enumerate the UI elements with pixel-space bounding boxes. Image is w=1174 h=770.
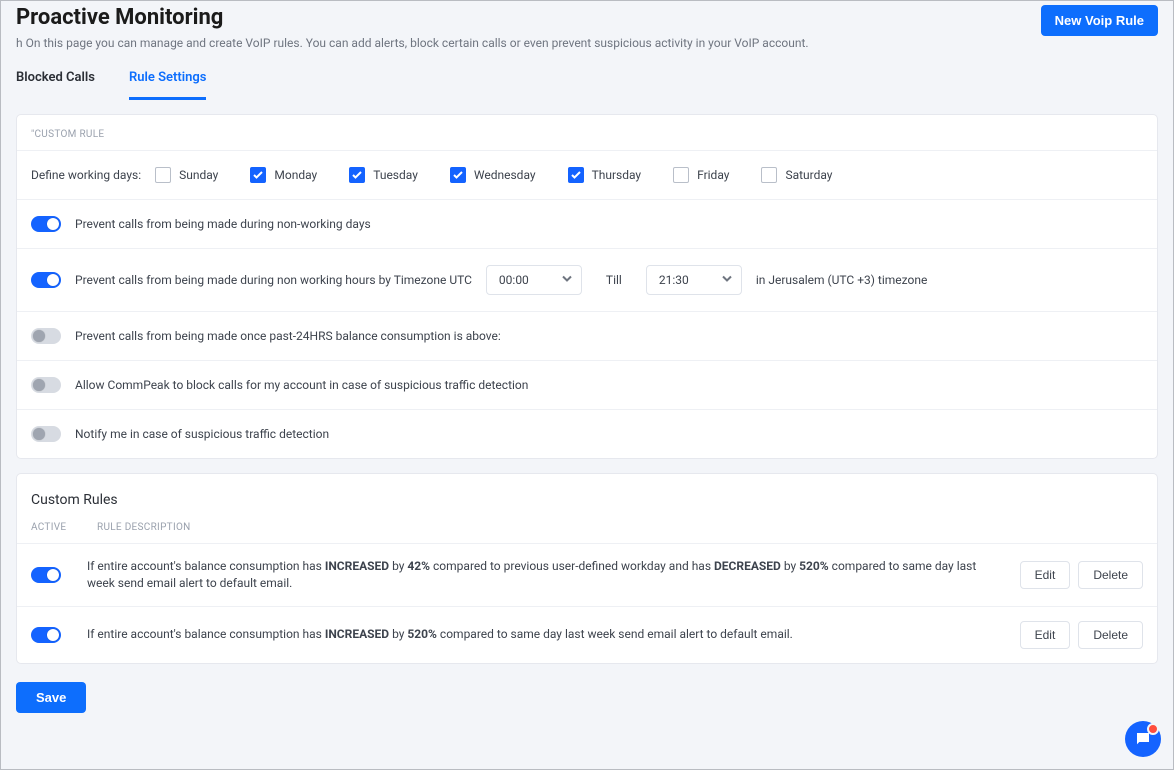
rule-text: compared to same day last week send emai… — [437, 627, 793, 641]
checkbox-thursday[interactable] — [568, 167, 584, 183]
rule-text: INCREASED — [325, 559, 389, 573]
rule-toggle[interactable] — [31, 627, 61, 643]
rule-text: If entire account's balance consumption … — [87, 627, 325, 641]
day-monday[interactable]: Monday — [250, 167, 317, 183]
toggle-notify-suspicious-label: Notify me in case of suspicious traffic … — [75, 427, 329, 441]
toggle-row-block-suspicious: Allow CommPeak to block calls for my acc… — [17, 360, 1157, 409]
timezone-note: in Jerusalem (UTC +3) timezone — [756, 273, 928, 287]
day-sunday-label: Sunday — [179, 168, 218, 182]
rule-row: If entire account's balance consumption … — [17, 606, 1157, 663]
col-description: RULE DESCRIPTION — [97, 522, 191, 533]
rule-toggle[interactable] — [31, 567, 61, 583]
page-description: h On this page you can manage and create… — [2, 36, 1172, 62]
col-active: ACTIVE — [31, 522, 67, 533]
checkbox-wednesday[interactable] — [450, 167, 466, 183]
rule-text: INCREASED — [325, 627, 389, 641]
day-thursday[interactable]: Thursday — [568, 167, 642, 183]
rule-text: by — [389, 627, 407, 641]
time-from-select[interactable]: 00:00 — [486, 265, 582, 295]
day-sunday[interactable]: Sunday — [155, 167, 218, 183]
day-monday-label: Monday — [274, 168, 317, 182]
new-voip-rule-button[interactable]: New Voip Rule — [1041, 5, 1158, 36]
rules-table-header: ACTIVE RULE DESCRIPTION — [17, 516, 1157, 543]
toggle-nonworking-hours-label: Prevent calls from being made during non… — [75, 273, 472, 287]
help-fab[interactable] — [1125, 721, 1161, 757]
rule-text: DECREASED — [714, 559, 781, 573]
checkbox-friday[interactable] — [673, 167, 689, 183]
delete-button[interactable]: Delete — [1078, 561, 1143, 589]
day-friday[interactable]: Friday — [673, 167, 729, 183]
notification-dot-icon — [1147, 723, 1159, 735]
rule-text: 520% — [799, 559, 829, 573]
toggle-block-suspicious[interactable] — [31, 377, 61, 393]
tabs: Blocked Calls Rule Settings — [2, 62, 1172, 100]
rule-row: If entire account's balance consumption … — [17, 543, 1157, 606]
page-title: Proactive Monitoring — [16, 5, 223, 30]
day-wednesday-label: Wednesday — [474, 168, 536, 182]
time-to-select[interactable]: 21:30 — [646, 265, 742, 295]
day-wednesday[interactable]: Wednesday — [450, 167, 536, 183]
toggle-row-balance: Prevent calls from being made once past-… — [17, 311, 1157, 360]
toggle-balance[interactable] — [31, 328, 61, 344]
custom-rules-list-card: Custom Rules ACTIVE RULE DESCRIPTION If … — [16, 473, 1158, 664]
toggle-block-suspicious-label: Allow CommPeak to block calls for my acc… — [75, 378, 528, 392]
desc-prefix: h — [16, 36, 23, 50]
checkbox-sunday[interactable] — [155, 167, 171, 183]
tab-rule-settings[interactable]: Rule Settings — [129, 62, 207, 100]
edit-button[interactable]: Edit — [1020, 621, 1071, 649]
time-to-value: 21:30 — [659, 273, 689, 287]
time-from-value: 00:00 — [499, 273, 529, 287]
rule-text: by — [389, 559, 407, 573]
toggle-row-nonworking-days: Prevent calls from being made during non… — [17, 199, 1157, 248]
define-working-days-label: Define working days: — [31, 168, 141, 182]
rule-text: If entire account's balance consumption … — [87, 559, 325, 573]
chevron-down-icon — [721, 273, 733, 288]
rule-description: If entire account's balance consumption … — [87, 558, 994, 592]
rule-text: 42% — [407, 559, 430, 573]
toggle-nonworking-days[interactable] — [31, 216, 61, 232]
custom-rule-card: "Custom Rule Define working days: Sunday… — [16, 114, 1158, 459]
chevron-down-icon — [561, 273, 573, 288]
working-days-row: Define working days: Sunday Monday Tuesd… — [17, 150, 1157, 199]
edit-button[interactable]: Edit — [1020, 561, 1071, 589]
day-friday-label: Friday — [697, 168, 729, 182]
custom-rules-title: Custom Rules — [17, 474, 1157, 516]
rule-description: If entire account's balance consumption … — [87, 626, 994, 643]
toggle-row-notify-suspicious: Notify me in case of suspicious traffic … — [17, 409, 1157, 458]
toggle-nonworking-days-label: Prevent calls from being made during non… — [75, 217, 371, 231]
day-tuesday[interactable]: Tuesday — [349, 167, 418, 183]
desc-text: On this page you can manage and create V… — [26, 36, 809, 50]
till-label: Till — [596, 273, 632, 287]
tab-blocked-calls[interactable]: Blocked Calls — [16, 62, 95, 99]
toggle-row-nonworking-hours: Prevent calls from being made during non… — [17, 248, 1157, 311]
toggle-nonworking-hours[interactable] — [31, 272, 61, 288]
delete-button[interactable]: Delete — [1078, 621, 1143, 649]
custom-rule-section-label: "Custom Rule — [17, 115, 1157, 150]
day-thursday-label: Thursday — [592, 168, 642, 182]
rule-text: by — [781, 559, 799, 573]
toggle-balance-label: Prevent calls from being made once past-… — [75, 329, 501, 343]
checkbox-monday[interactable] — [250, 167, 266, 183]
day-tuesday-label: Tuesday — [373, 168, 418, 182]
rule-text: compared to previous user-defined workda… — [430, 559, 714, 573]
checkbox-tuesday[interactable] — [349, 167, 365, 183]
rule-text: 520% — [407, 627, 437, 641]
checkbox-saturday[interactable] — [761, 167, 777, 183]
day-saturday-label: Saturday — [785, 168, 832, 182]
save-button[interactable]: Save — [16, 682, 86, 713]
day-saturday[interactable]: Saturday — [761, 167, 832, 183]
toggle-notify-suspicious[interactable] — [31, 426, 61, 442]
